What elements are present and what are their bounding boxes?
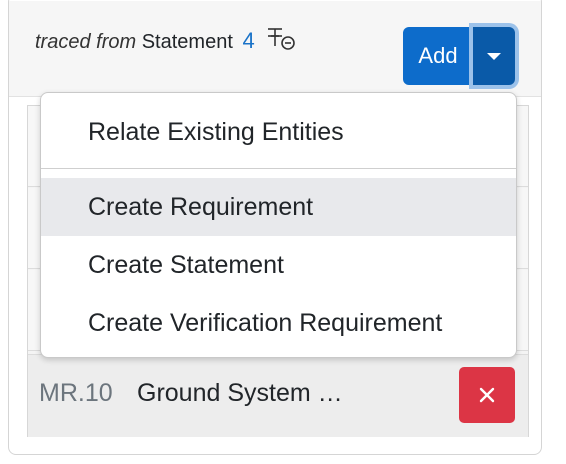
delete-button[interactable]: [459, 367, 515, 423]
close-icon: [479, 387, 495, 403]
add-dropdown-toggle[interactable]: [473, 27, 515, 85]
traced-label: traced from: [35, 31, 137, 53]
entity-title[interactable]: Ground System …: [137, 379, 343, 408]
panel-header: traced from Statement 4 Add: [9, 1, 541, 97]
add-dropdown-menu: Relate Existing Entities Create Requirem…: [40, 92, 517, 358]
menu-item-relate-existing[interactable]: Relate Existing Entities: [41, 103, 516, 161]
menu-divider: [41, 168, 516, 169]
entity-type-label: Statement: [141, 31, 233, 53]
menu-item-create-statement[interactable]: Create Statement: [41, 236, 516, 294]
add-button[interactable]: Add: [403, 27, 473, 85]
caret-down-icon: [487, 52, 501, 60]
unpin-icon[interactable]: [266, 26, 296, 50]
entity-count: 4: [242, 28, 255, 53]
entity-id: MR.10: [39, 379, 113, 407]
trace-heading: traced from Statement 4: [35, 26, 296, 54]
menu-item-create-verification-requirement[interactable]: Create Verification Requirement: [41, 294, 516, 352]
menu-item-create-requirement[interactable]: Create Requirement: [41, 178, 516, 236]
list-item[interactable]: MR.10 Ground System …: [28, 354, 528, 437]
